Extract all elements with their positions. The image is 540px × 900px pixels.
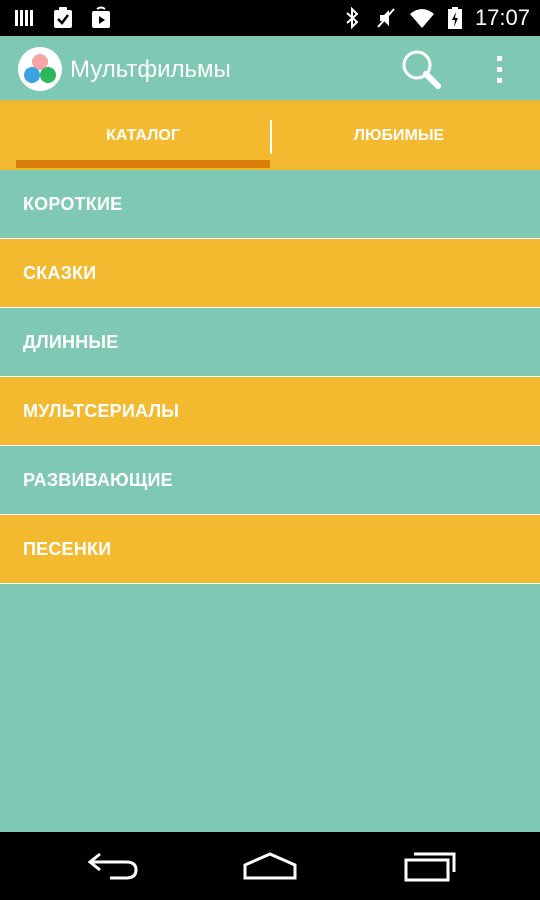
category-item-songs[interactable]: ПЕСЕНКИ	[0, 515, 540, 584]
category-item-educational[interactable]: РАЗВИВАЮЩИЕ	[0, 446, 540, 515]
mute-icon	[377, 8, 395, 28]
app-logo-icon[interactable]	[18, 47, 62, 91]
status-time: 17:07	[474, 5, 530, 30]
home-icon	[243, 852, 297, 880]
category-label: ДЛИННЫЕ	[23, 331, 119, 352]
recent-apps-button[interactable]	[400, 848, 460, 884]
search-icon	[402, 50, 441, 89]
play-store-icon	[92, 6, 110, 28]
status-bar: 17:07	[0, 0, 540, 36]
category-label: СКАЗКИ	[23, 262, 97, 283]
overflow-menu-button[interactable]	[486, 48, 514, 92]
category-item-short[interactable]: КОРОТКИЕ	[0, 170, 540, 239]
category-item-long[interactable]: ДЛИННЫЕ	[0, 308, 540, 377]
category-label: ПЕСЕНКИ	[23, 538, 112, 559]
home-button[interactable]	[240, 848, 300, 884]
category-item-series[interactable]: МУЛЬТСЕРИАЛЫ	[0, 377, 540, 446]
search-button[interactable]	[398, 46, 446, 94]
status-bar-notifications	[14, 6, 112, 30]
tab-bar: КАТАЛОГ ЛЮБИМЫЕ	[0, 102, 540, 272]
category-label: МУЛЬТСЕРИАЛЫ	[23, 400, 180, 421]
action-bar: Мультфильмы	[0, 36, 540, 102]
category-list: КОРОТКИЕ СКАЗКИ ДЛИННЫЕ МУЛЬТСЕРИАЛЫ РАЗ…	[0, 170, 540, 584]
back-button[interactable]	[84, 848, 144, 884]
category-label: РАЗВИВАЮЩИЕ	[23, 469, 173, 490]
category-label: КОРОТКИЕ	[23, 193, 123, 214]
signal-bars-icon	[15, 10, 33, 26]
category-item-fairy-tales[interactable]: СКАЗКИ	[0, 239, 540, 308]
app-title: Мультфильмы	[70, 56, 231, 83]
clipboard-check-icon	[54, 7, 72, 28]
system-nav-bar	[0, 832, 540, 900]
tab-favorites[interactable]: ЛЮБИМЫЕ	[272, 102, 526, 170]
status-bar-system: 17:07	[341, 5, 530, 31]
app-logo-circles-icon	[24, 54, 56, 83]
recent-apps-icon	[404, 852, 456, 882]
overflow-menu-icon	[497, 56, 502, 83]
bluetooth-icon	[346, 6, 359, 30]
battery-charging-icon	[447, 7, 462, 29]
back-icon	[87, 852, 138, 880]
wifi-icon	[409, 9, 434, 28]
tab-selected-indicator	[16, 160, 270, 168]
